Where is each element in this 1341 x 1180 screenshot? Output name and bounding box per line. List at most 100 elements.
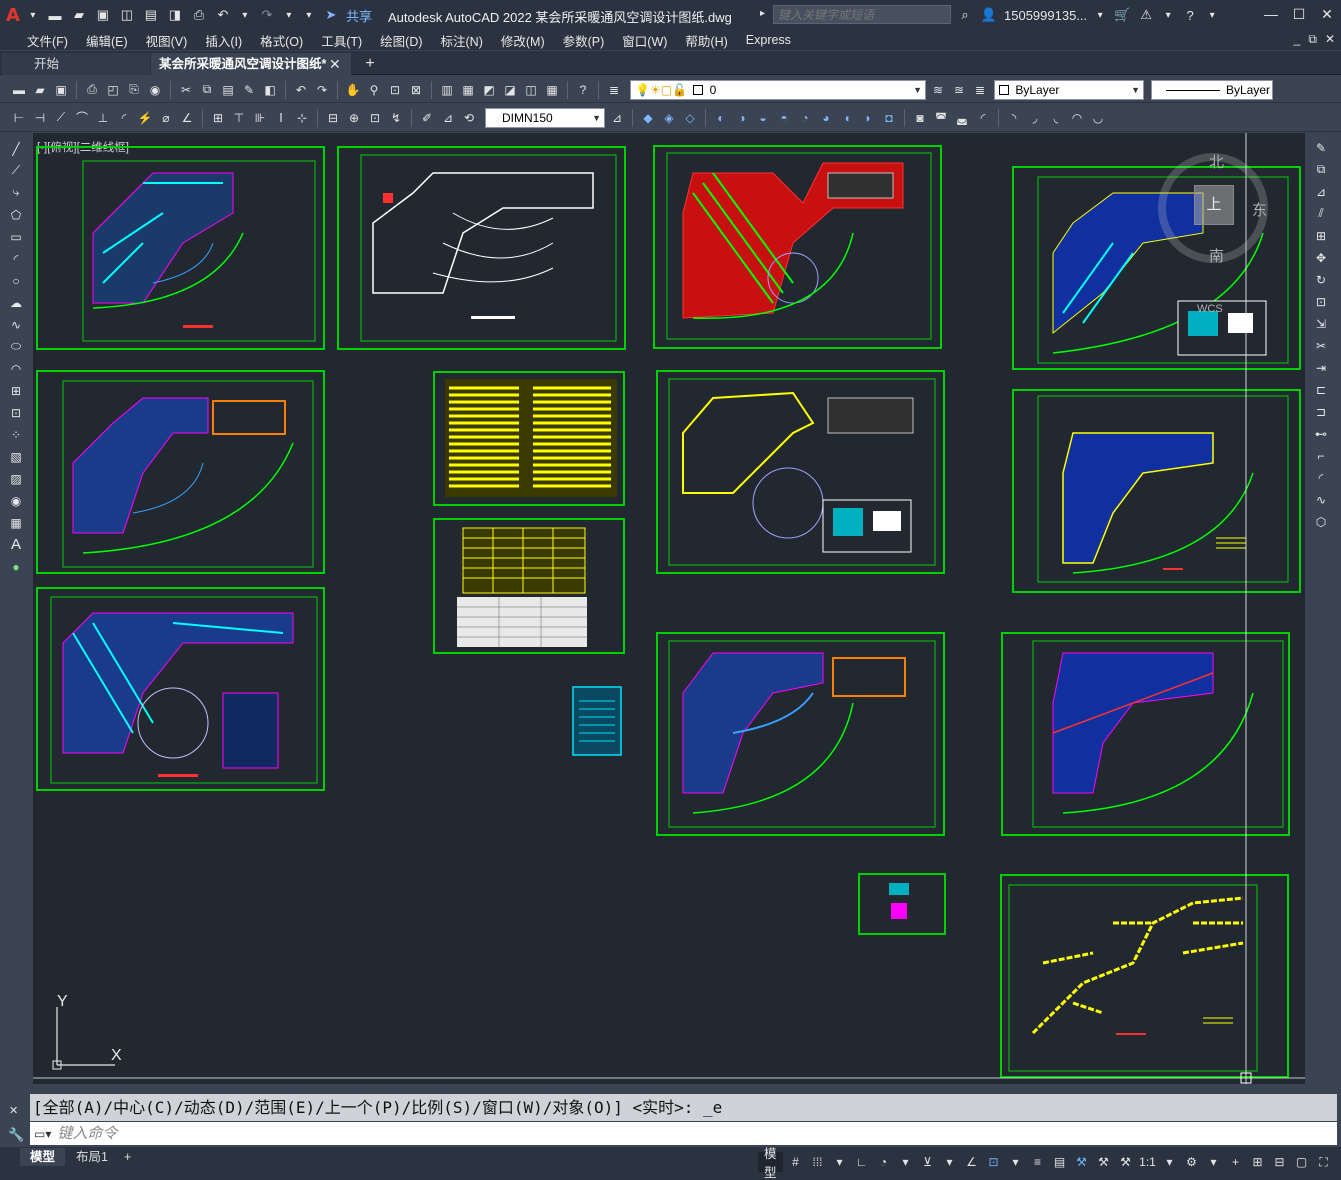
- offset-icon[interactable]: ⫽: [1312, 204, 1330, 223]
- fillet-edge-icon[interactable]: ◚: [932, 109, 950, 127]
- union-icon[interactable]: ◐: [712, 109, 730, 127]
- chamfer-edge-icon[interactable]: ◛: [953, 109, 971, 127]
- polar-dropdown-icon[interactable]: ▾: [897, 1152, 915, 1172]
- break-at-point-icon[interactable]: ⊏: [1312, 380, 1330, 399]
- presspull-icon[interactable]: ◗: [859, 109, 877, 127]
- viewcube-top-face[interactable]: 上: [1194, 185, 1234, 225]
- break-icon[interactable]: ⊐: [1312, 402, 1330, 421]
- chamfer-icon[interactable]: ⌐: [1312, 446, 1330, 465]
- redo-dropdown-icon[interactable]: ▾: [282, 6, 296, 24]
- extrude-icon[interactable]: ◓: [775, 109, 793, 127]
- layer-properties-icon[interactable]: ≣: [605, 81, 623, 99]
- mirror-icon[interactable]: ⊿: [1312, 182, 1330, 201]
- menu-edit[interactable]: 编辑(E): [77, 31, 137, 50]
- viewcube-east[interactable]: 东: [1252, 199, 1267, 220]
- loft-icon[interactable]: ◖: [838, 109, 856, 127]
- blend-curves-icon[interactable]: ∿: [1312, 490, 1330, 509]
- object-snap-icon[interactable]: ⊡: [985, 1152, 1003, 1172]
- properties-icon[interactable]: ▥: [438, 81, 456, 99]
- menu-express[interactable]: Express: [737, 33, 800, 47]
- viewcube[interactable]: 北 东 南 上: [1158, 153, 1268, 265]
- layer-dropdown[interactable]: 💡☀▢🔓 0 ▼: [630, 79, 926, 100]
- ellipse-arc-icon[interactable]: ◠: [7, 359, 25, 378]
- menu-format[interactable]: 格式(O): [251, 31, 312, 50]
- wcs-label[interactable]: WCS: [1197, 303, 1223, 315]
- annotation-scale-value[interactable]: 1:1: [1139, 1152, 1157, 1172]
- command-line-handle[interactable]: ✕ 🔧: [0, 1094, 30, 1146]
- model-space-button[interactable]: 模型: [758, 1147, 783, 1180]
- plot-icon[interactable]: ⎙: [83, 81, 101, 99]
- tolerance-icon[interactable]: ⊟: [324, 109, 342, 127]
- autodesk-app-icon[interactable]: ⚠: [1137, 6, 1155, 24]
- annotation-visibility-icon[interactable]: ⚒: [1073, 1152, 1091, 1172]
- continue-dim-icon[interactable]: ⊪: [251, 109, 269, 127]
- import-icon[interactable]: ▤: [142, 6, 160, 24]
- copy-3d-icon[interactable]: ◈: [660, 109, 678, 127]
- export-icon[interactable]: ◨: [166, 6, 184, 24]
- customization-icon[interactable]: ≡: [1337, 1152, 1341, 1172]
- paste-icon[interactable]: ▤: [219, 81, 237, 99]
- search-expand-icon[interactable]: ▸: [760, 8, 765, 19]
- menu-modify[interactable]: 修改(M): [492, 31, 554, 50]
- application-menu-button[interactable]: A: [6, 5, 20, 26]
- workspace-dropdown-icon[interactable]: ▾: [1205, 1152, 1223, 1172]
- move-icon[interactable]: ✥: [1312, 248, 1330, 267]
- erase-icon[interactable]: ✎: [1312, 138, 1330, 157]
- undo-icon[interactable]: ↶: [214, 6, 232, 24]
- 3d-print-icon[interactable]: ◉: [146, 81, 164, 99]
- new-file-icon[interactable]: ▬: [46, 6, 64, 24]
- user-dropdown-icon[interactable]: ▾: [1093, 6, 1107, 24]
- spline-icon[interactable]: ∿: [7, 315, 25, 334]
- isodraft-icon[interactable]: ⊻: [919, 1152, 937, 1172]
- doc-minimize-button[interactable]: _: [1294, 32, 1301, 47]
- table-icon[interactable]: ▦: [7, 513, 25, 532]
- user-icon[interactable]: 👤: [980, 6, 998, 24]
- save-as-icon[interactable]: ◫: [118, 6, 136, 24]
- dim-break-icon[interactable]: ⊹: [293, 109, 311, 127]
- units-icon[interactable]: ⊞: [1249, 1152, 1267, 1172]
- snap-dropdown-icon[interactable]: ▾: [831, 1152, 849, 1172]
- clean-screen-icon[interactable]: ⛶: [1315, 1152, 1333, 1172]
- tab-close-icon[interactable]: ✕: [329, 53, 341, 75]
- gradient-icon[interactable]: ▨: [7, 469, 25, 488]
- redo-icon[interactable]: ↷: [258, 6, 276, 24]
- share-icon[interactable]: ➤: [322, 6, 340, 24]
- shell-icon[interactable]: ◙: [911, 109, 929, 127]
- cart-icon[interactable]: 🛒: [1113, 6, 1131, 24]
- maximize-button[interactable]: ☐: [1285, 0, 1313, 28]
- quick-properties-icon[interactable]: ⊟: [1271, 1152, 1289, 1172]
- match-properties-icon[interactable]: ✎: [240, 81, 258, 99]
- scale-dropdown-icon[interactable]: ▾: [1161, 1152, 1179, 1172]
- app-menu-dropdown-icon[interactable]: ▾: [26, 6, 40, 24]
- zoom-previous-icon[interactable]: ⊠: [407, 81, 425, 99]
- lineweight-icon[interactable]: ≡: [1029, 1152, 1047, 1172]
- make-current-layer-icon[interactable]: ≋: [929, 81, 947, 99]
- ordinate-dim-icon[interactable]: ⊥: [94, 109, 112, 127]
- flatshot-icon[interactable]: ◡: [1089, 109, 1107, 127]
- username[interactable]: 1505999135...: [1004, 8, 1087, 23]
- annotation-scale-icon[interactable]: ⚒: [1117, 1152, 1135, 1172]
- transparency-icon[interactable]: ▤: [1051, 1152, 1069, 1172]
- tab-model[interactable]: 模型: [20, 1148, 66, 1166]
- line-icon[interactable]: ╱: [7, 139, 25, 158]
- layer-previous-icon[interactable]: ≊: [950, 81, 968, 99]
- close-icon[interactable]: ✕: [9, 1104, 18, 1117]
- dim-update-icon[interactable]: ⟲: [460, 109, 478, 127]
- close-button[interactable]: ✕: [1313, 0, 1341, 28]
- extend-icon[interactable]: ⇥: [1312, 358, 1330, 377]
- solid-history-icon[interactable]: ◝: [1005, 109, 1023, 127]
- save-icon[interactable]: ▣: [94, 6, 112, 24]
- publish-icon[interactable]: ⎘: [125, 81, 143, 99]
- dim-edit-icon[interactable]: ✐: [418, 109, 436, 127]
- revision-cloud-icon[interactable]: ☁: [7, 293, 25, 312]
- menu-insert[interactable]: 插入(I): [196, 31, 251, 50]
- center-mark-icon[interactable]: ⊕: [345, 109, 363, 127]
- region-icon[interactable]: ◉: [7, 491, 25, 510]
- join-icon[interactable]: ⊷: [1312, 424, 1330, 443]
- plot-preview-icon[interactable]: ◰: [104, 81, 122, 99]
- stretch-icon[interactable]: ⇲: [1312, 314, 1330, 333]
- copy-icon[interactable]: ⧉: [1312, 160, 1330, 179]
- sheet-set-icon[interactable]: ◪: [501, 81, 519, 99]
- mirror-3d-icon[interactable]: ◇: [681, 109, 699, 127]
- point-icon[interactable]: ⁘: [7, 425, 25, 444]
